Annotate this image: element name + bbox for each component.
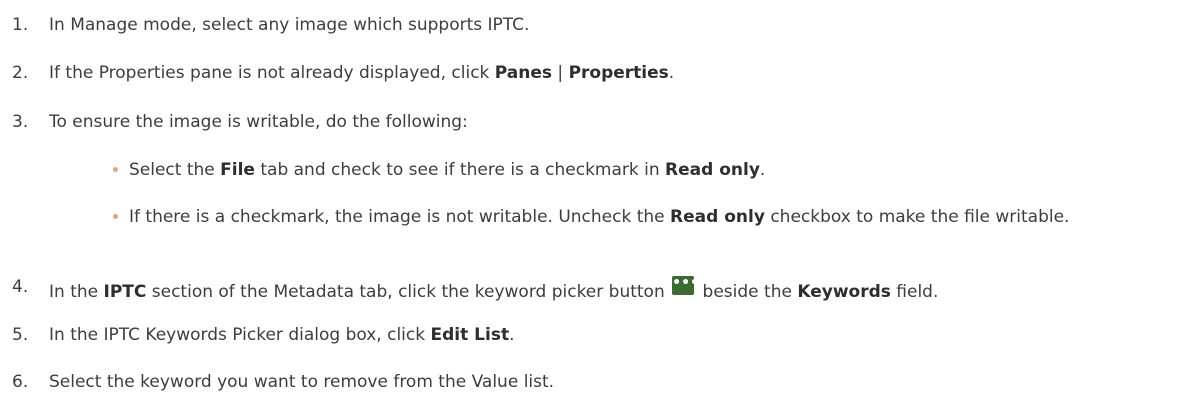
step-text-part: If the Properties pane is not already di… bbox=[49, 63, 495, 83]
step-text-part: | bbox=[552, 63, 569, 83]
option-read-only: Read only bbox=[670, 207, 765, 227]
step-text-part: . bbox=[509, 325, 515, 345]
step-text: Select the keyword you want to remove fr… bbox=[49, 371, 554, 393]
field-name-keywords: Keywords bbox=[797, 282, 891, 302]
step-text-part: field. bbox=[890, 282, 939, 302]
step-text-part: To ensure the image is writable, do the … bbox=[49, 112, 468, 132]
step-text: In the IPTC section of the Metadata tab,… bbox=[49, 275, 939, 303]
step-text-part: If there is a checkmark, the image is no… bbox=[129, 207, 671, 227]
step-text-part: Select the keyword you want to remove fr… bbox=[49, 372, 555, 392]
instructions-document: 1. In Manage mode, select any image whic… bbox=[0, 0, 1200, 401]
step-text-part: . bbox=[668, 63, 675, 83]
step-number: 4. bbox=[12, 277, 29, 297]
bullet-text: Select the File tab and check to see if … bbox=[129, 159, 1189, 181]
step-text-part: checkbox to make the file writable. bbox=[764, 207, 1070, 227]
step-text-part: . bbox=[759, 160, 766, 180]
section-name-iptc: IPTC bbox=[103, 282, 147, 302]
step-number: 6. bbox=[12, 372, 29, 392]
step-number: 1. bbox=[12, 15, 29, 35]
step-number: 3. bbox=[12, 112, 29, 132]
step-text: In Manage mode, select any image which s… bbox=[49, 14, 529, 36]
bullet-dot-icon bbox=[113, 167, 118, 172]
tab-name-file: File bbox=[220, 160, 255, 180]
step-text: In the IPTC Keywords Picker dialog box, … bbox=[49, 324, 514, 346]
bullet-text: If there is a checkmark, the image is no… bbox=[129, 206, 1189, 228]
step-text-part: beside the bbox=[697, 282, 798, 302]
step-text-part: In the IPTC Keywords Picker dialog box, … bbox=[49, 325, 431, 345]
step-number: 5. bbox=[12, 325, 29, 345]
keyword-picker-button[interactable]: ••• bbox=[672, 275, 699, 295]
menu-item-properties: Properties bbox=[568, 63, 669, 83]
step-3-bullet-1: Select the File tab and check to see if … bbox=[0, 159, 1200, 181]
step-text-part: section of the Metadata tab, click the k… bbox=[146, 282, 671, 302]
bullet-dot-icon bbox=[113, 214, 118, 219]
ellipsis-icon: ••• bbox=[672, 275, 699, 291]
step-text-part: In the bbox=[49, 282, 104, 302]
step-text-part: In Manage mode, select any image which s… bbox=[49, 15, 530, 35]
step-text-part: Select the bbox=[129, 160, 221, 180]
option-read-only: Read only bbox=[665, 160, 760, 180]
step-3-bullet-2: If there is a checkmark, the image is no… bbox=[0, 206, 1200, 250]
step-text: If the Properties pane is not already di… bbox=[49, 62, 674, 84]
button-name-edit-list: Edit List bbox=[430, 325, 510, 345]
step-text: To ensure the image is writable, do the … bbox=[49, 111, 468, 133]
step-number: 2. bbox=[12, 63, 29, 83]
step-text-part: tab and check to see if there is a check… bbox=[254, 160, 666, 180]
menu-name-panes: Panes bbox=[494, 63, 553, 83]
